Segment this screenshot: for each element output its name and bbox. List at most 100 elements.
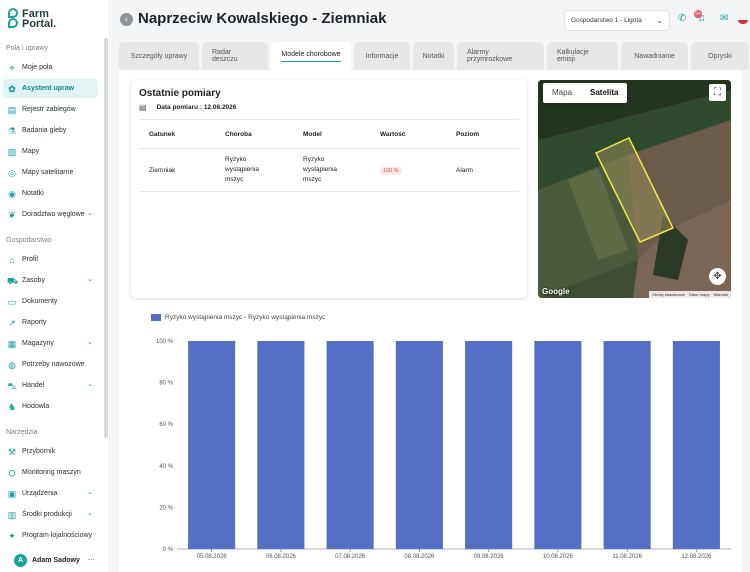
sidebar-item-label: Raporty <box>22 319 47 326</box>
sidebar-item-środki-produkcji[interactable]: ▥ Środki produkcji ⌄ <box>3 505 98 524</box>
tab-informacje[interactable]: Informacje <box>354 42 410 70</box>
column-header: Wartość <box>380 130 406 138</box>
tab-szczegóły-uprawy[interactable]: Szczegóły uprawy <box>119 42 199 70</box>
tab-bar: Szczegóły uprawy Radar deszczu Modele chor… <box>119 42 749 70</box>
x-tick-label: 08.08.2026 <box>404 554 435 560</box>
map-footer-data[interactable]: Dane mapy <box>689 292 709 297</box>
logo[interactable]: Farm Portal. <box>8 8 56 30</box>
sidebar-item-przybornik[interactable]: ⚒ Przybornik <box>3 442 98 461</box>
tab-label: Radar deszczu <box>212 49 238 63</box>
chart-bar[interactable] <box>534 341 582 549</box>
column-header: Choroba <box>225 130 252 138</box>
legend-label: Ryzyko wystąpienia mszyc - Ryzyko wystąp… <box>165 314 326 321</box>
back-button[interactable]: ‹ <box>120 13 133 26</box>
chart-bar[interactable] <box>603 341 651 549</box>
more-icon[interactable]: ··· <box>88 557 95 564</box>
sidebar-item-monitoring-maszyn[interactable]: ⛭ Monitoring maszyn <box>3 463 98 482</box>
sidebar-item-potrzeby-nawozowe[interactable]: ◍ Potrzeby nawozowe <box>3 355 98 374</box>
chevron-down-icon: ⌄ <box>87 381 93 388</box>
cell-model: Ryzyko wystąpienia mszyc <box>303 156 337 183</box>
chart-legend[interactable]: Ryzyko wystąpienia mszyc - Ryzyko wystąp… <box>151 314 325 321</box>
map-view-button[interactable]: Mapa <box>543 83 581 103</box>
sidebar-item-raporty[interactable]: ↗ Raporty <box>3 313 98 332</box>
chart-bar[interactable] <box>395 341 443 549</box>
sidebar-item-rejestr-zabiegów[interactable]: ▤ Rejestr zabiegów <box>3 100 98 119</box>
satellite-icon: ◎ <box>8 167 16 178</box>
eye-icon: ◉ <box>8 188 16 199</box>
gift-icon: ✦ <box>8 530 16 541</box>
table-header: Gatunek Choroba Model Wartość Poziom <box>139 119 519 149</box>
tab-label: Notatki <box>422 52 445 60</box>
tab-label: Alarmy przymrozkowe <box>467 49 513 63</box>
measurement-date: ▤ Data pomiaru : 12.08.2026 <box>139 103 236 112</box>
sidebar-item-badania-gleby[interactable]: ⚗ Badania gleby <box>3 121 98 140</box>
card-title: Ostatnie pomiary <box>139 88 221 99</box>
farm-select-value: Gospodarstwo 1 - Ligota <box>571 17 642 24</box>
bag-icon: ◍ <box>8 359 16 370</box>
measurements-card: Ostatnie pomiary ▤ Data pomiaru : 12.08.… <box>131 80 527 298</box>
satellite-view-button[interactable]: Satelita <box>581 83 627 103</box>
language-flag-icon[interactable] <box>738 16 748 24</box>
avatar: A <box>14 554 27 567</box>
user-menu[interactable]: A Adam Sadowy ··· <box>14 554 95 567</box>
sidebar-item-notatki[interactable]: ◉ Notatki <box>3 184 98 203</box>
sidebar-item-label: Handel <box>22 382 45 389</box>
clipboard-icon: ▤ <box>7 104 17 115</box>
tractor-icon: ⛭ <box>8 467 16 478</box>
tab-alarmy-przymrozkowe[interactable]: Alarmy przymrozkowe <box>457 42 544 70</box>
sidebar-item-label: Moje pola <box>22 64 53 71</box>
map-footer-shortcuts[interactable]: Skróty klawiszowe <box>652 292 685 297</box>
section-title-tools: Narzędzia <box>6 429 38 436</box>
column-header: Poziom <box>456 130 480 138</box>
cell-disease: Ryzyko wystąpienia mszyc <box>225 156 259 183</box>
tab-notatki[interactable]: Notatki <box>413 42 454 70</box>
sidebar-item-zasoby[interactable]: ⛟ Zasoby ⌄ <box>3 271 98 290</box>
sidebar-scrollbar[interactable] <box>104 38 108 438</box>
legend-swatch <box>151 314 161 321</box>
chart-bar[interactable] <box>326 341 374 549</box>
chevron-down-icon: ⌄ <box>87 210 93 217</box>
tab-nawadnianie[interactable]: Nawadnianie <box>621 42 688 70</box>
measurement-date-label: Data pomiaru : 12.08.2026 <box>156 104 237 111</box>
sidebar-item-asystent-upraw[interactable]: ✿ Asystent upraw <box>3 79 98 98</box>
cell-value: 100 % <box>370 166 446 175</box>
map-footer-terms[interactable]: Warunki <box>713 292 728 297</box>
sidebar-item-doradztwo-węglowe[interactable]: ❦ Doradztwo węglowe ⌄ <box>3 205 98 224</box>
sidebar-item-label: Monitoring maszyn <box>22 469 81 476</box>
tab-modele-chorobowe[interactable]: Modele chorobowe <box>271 42 351 70</box>
sidebar-item-mapy[interactable]: ▧ Mapy <box>3 142 98 161</box>
chevron-down-icon: ⌄ <box>87 489 93 496</box>
sidebar-item-handel[interactable]: ⛍ Handel ⌄ <box>3 376 98 395</box>
sidebar-item-dokumenty[interactable]: ▭ Dokumenty <box>3 292 98 311</box>
chevron-down-icon: ⌄ <box>87 339 93 346</box>
column-header: Model <box>303 130 322 138</box>
cell-level: Alarm <box>456 166 473 174</box>
chart-bar[interactable] <box>672 341 720 549</box>
sidebar-item-hodowla[interactable]: ♞ Hodowla <box>3 397 98 416</box>
x-tick-label: 07.08.2026 <box>335 554 366 560</box>
sidebar-item-magazyny[interactable]: ▦ Magazyny ⌄ <box>3 334 98 353</box>
sidebar-item-mapy-satelitarne[interactable]: ◎ Mapy satelitarne <box>3 163 98 182</box>
tab-radar-deszczu[interactable]: Radar deszczu <box>202 42 268 70</box>
fullscreen-icon[interactable]: ⛶ <box>709 84 726 101</box>
tab-label: Modele chorobowe <box>281 51 341 62</box>
sidebar-item-label: Program lojalnościowy <box>22 532 93 539</box>
sidebar-item-urządzenia[interactable]: ▣ Urządzenia ⌄ <box>3 484 98 503</box>
x-tick-label: 09.08.2026 <box>474 554 505 560</box>
phone-icon[interactable]: ✆ <box>678 14 686 24</box>
mail-icon[interactable]: ✉ <box>720 14 728 24</box>
map-pan-control-icon[interactable]: ✥ <box>709 268 726 285</box>
sidebar-item-profil[interactable]: ⌂ Profil <box>3 250 98 269</box>
tab-opryski[interactable]: Opryski <box>691 42 749 70</box>
column-header: Gatunek <box>149 130 176 138</box>
chart-bar[interactable] <box>465 341 513 549</box>
sidebar-item-moje-pola[interactable]: ⌖ Moje pola <box>3 58 98 77</box>
cell-species: Ziemniak <box>149 166 176 174</box>
farm-select[interactable]: Gospodarstwo 1 - Ligota ⌄ <box>564 10 670 31</box>
chart-bar[interactable] <box>257 341 305 549</box>
sidebar-item-program-lojalnościowy[interactable]: ✦ Program lojalnościowy <box>3 526 98 545</box>
satellite-map[interactable]: Mapa Satelita ⛶ ✥ Google Skróty klawiszo… <box>538 80 731 298</box>
chart-bar[interactable] <box>188 341 236 549</box>
sidebar-item-label: Urządzenia <box>22 490 58 497</box>
tab-kalkulacje-emisji[interactable]: Kalkulacje emisji <box>547 42 618 70</box>
